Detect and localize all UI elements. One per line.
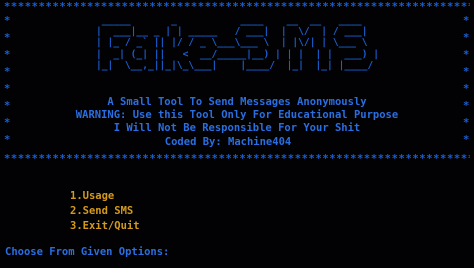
banner-right-star: * bbox=[463, 32, 470, 44]
menu-option-usage[interactable]: 1.Usage bbox=[70, 190, 114, 203]
warning-text: WARNING: Use this Tool Only For Educatio… bbox=[75, 109, 399, 121]
banner-left-star: * bbox=[4, 32, 11, 44]
banner-right-star: * bbox=[463, 66, 470, 78]
credit-text: Coded By: Machine404 bbox=[164, 136, 292, 148]
tagline-text: A Small Tool To Send Messages Anonymousl… bbox=[107, 96, 367, 108]
ascii-art-logo: _____ _ ____ __ __ ____ | ___|__ _ | | _… bbox=[96, 15, 380, 71]
banner-right-star: * bbox=[463, 49, 470, 61]
banner-top-border: ****************************************… bbox=[4, 1, 470, 13]
banner-left-star: * bbox=[4, 66, 11, 78]
disclaimer-text: I Will Not Be Responsible For Your Shit bbox=[113, 122, 361, 134]
menu-option-send-sms[interactable]: 2.Send SMS bbox=[70, 205, 133, 218]
prompt-text: Choose From Given Options: bbox=[5, 246, 170, 258]
command-prompt[interactable]: Choose From Given Options: bbox=[5, 245, 178, 259]
terminal-window: ****************************************… bbox=[0, 0, 474, 268]
banner-left-star: * bbox=[4, 49, 11, 61]
banner-right-star: * bbox=[463, 15, 470, 27]
banner-left-star: * bbox=[4, 15, 11, 27]
menu-option-exit[interactable]: 3.Exit/Quit bbox=[70, 220, 140, 233]
banner-left-star: * bbox=[4, 83, 11, 95]
banner-right-star: * bbox=[463, 83, 470, 95]
banner-bottom-border: ****************************************… bbox=[4, 153, 470, 165]
input-cursor[interactable] bbox=[172, 245, 178, 256]
